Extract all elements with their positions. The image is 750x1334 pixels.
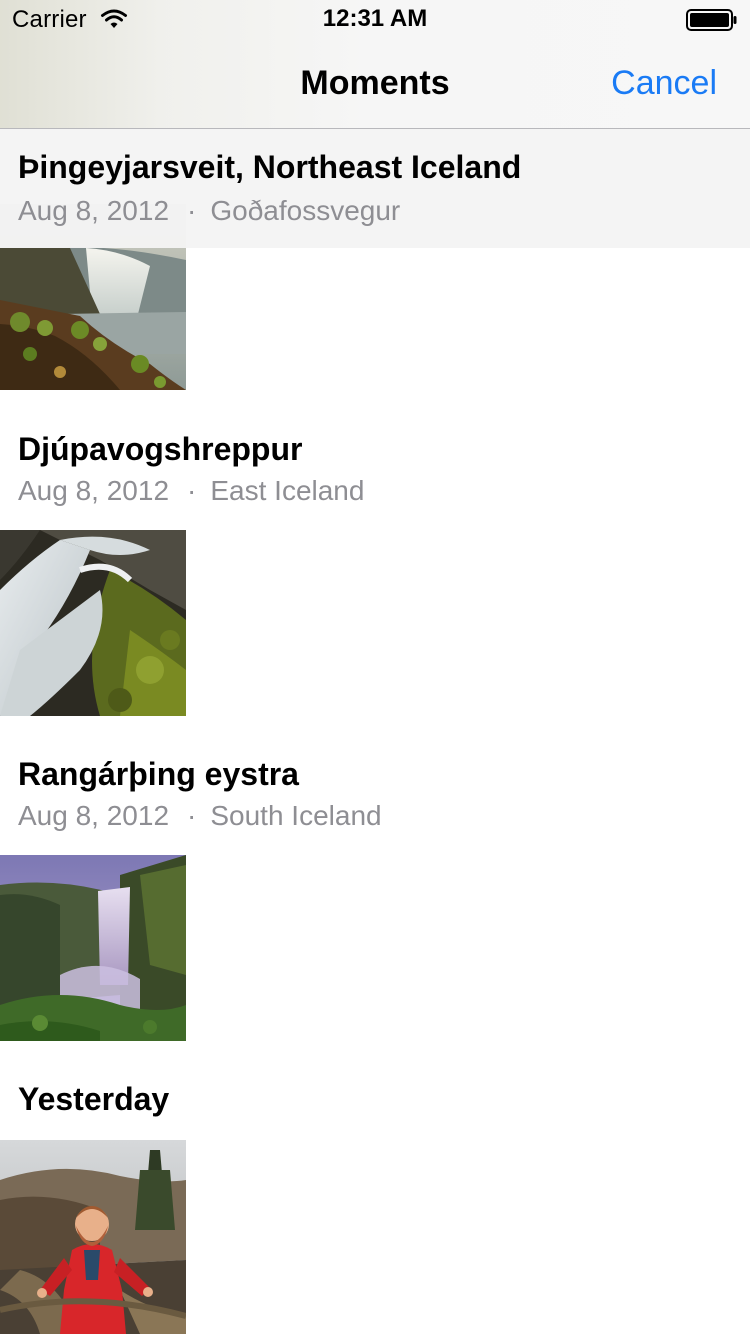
separator-dot: · (187, 475, 197, 506)
moment-title: Djúpavogshreppur (18, 431, 303, 467)
moment-header-1: Þingeyjarsveit, Northeast Iceland Aug 8,… (0, 129, 750, 248)
moment-header-2: Djúpavogshreppur Aug 8, 2012 · East Icelan… (0, 411, 750, 530)
moment-location[interactable]: Goðafossvegur (210, 195, 400, 226)
moment-location[interactable]: South Iceland (210, 800, 381, 831)
separator-dot: · (187, 195, 197, 226)
moment-title: Þingeyjarsveit, Northeast Iceland (18, 149, 522, 185)
status-bar: Carrier 12:31 AM (0, 0, 750, 40)
navigation-bar: Moments Cancel (0, 40, 750, 128)
cancel-button[interactable]: Cancel (611, 64, 717, 103)
moment-date: Aug 8, 2012 (18, 800, 170, 831)
moment-date: Aug 8, 2012 (18, 195, 170, 226)
top-chrome: Carrier 12:31 AM Moments Cancel (0, 0, 750, 129)
moment-title: Yesterday (18, 1081, 170, 1117)
moment-location[interactable]: East Iceland (210, 475, 364, 506)
moment-subtitle: Aug 8, 2012 · Goðafossvegur (18, 195, 400, 227)
moment-date: Aug 8, 2012 (18, 475, 170, 506)
photo-thumbnail-mossy-waterfall[interactable] (0, 530, 186, 716)
moment-header-3: Rangárþing eystra Aug 8, 2012 · South Icel… (0, 736, 750, 855)
separator-dot: · (187, 800, 197, 831)
moment-header-yesterday: Yesterday (0, 1061, 750, 1140)
battery-icon (686, 9, 737, 31)
photo-thumbnail-skogafoss[interactable] (0, 855, 186, 1041)
photo-thumbnail-person[interactable] (0, 1140, 186, 1334)
moments-screen: Carrier 12:31 AM Moments Cancel Þingeyja… (0, 0, 750, 1334)
moment-title: Rangárþing eystra (18, 756, 299, 792)
status-time: 12:31 AM (322, 5, 428, 32)
moment-subtitle: Aug 8, 2012 · East Iceland (18, 475, 364, 507)
moment-subtitle: Aug 8, 2012 · South Iceland (18, 800, 382, 832)
